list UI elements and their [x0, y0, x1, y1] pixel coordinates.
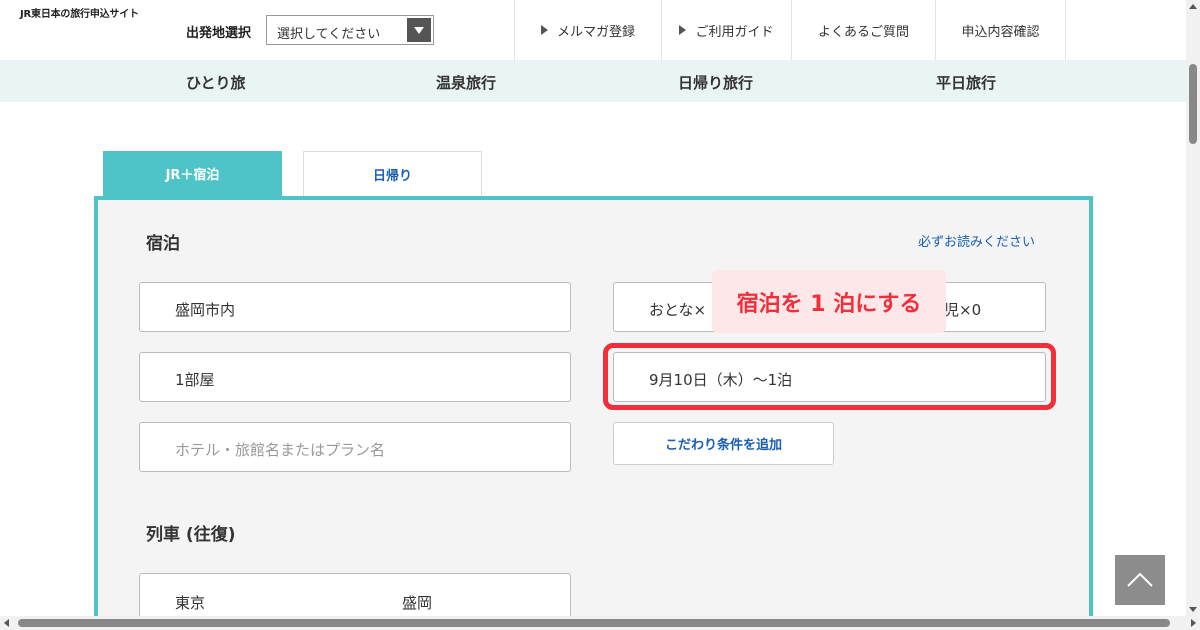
category-onsen-travel[interactable]: 温泉旅行: [436, 72, 496, 93]
triangle-right-icon: [540, 25, 548, 35]
booking-check-link-label: 申込内容確認: [961, 24, 1040, 40]
departure-select[interactable]: 選択してください: [266, 15, 434, 45]
guide-link-label: ご利用ガイド: [695, 24, 774, 40]
triangle-right-icon: [679, 25, 687, 35]
booking-check-link[interactable]: 申込内容確認: [935, 0, 1066, 60]
search-panel: [94, 196, 1093, 630]
category-solo-travel[interactable]: ひとり旅: [186, 72, 246, 93]
annotation-callout: 宿泊を 1 泊にする: [712, 270, 946, 333]
header-links: メルマガ登録 ご利用ガイド よくあるご質問 申込内容確認: [514, 0, 1066, 60]
scroll-right-arrow-icon[interactable]: [1191, 619, 1196, 627]
lodging-section-title: 宿泊: [146, 234, 180, 254]
hotel-name-input[interactable]: ホテル・旅館名またはプラン名: [139, 422, 571, 472]
category-day-trip[interactable]: 日帰り旅行: [678, 72, 753, 93]
faq-link[interactable]: よくあるご質問: [791, 0, 935, 60]
scroll-left-arrow-icon[interactable]: [4, 619, 9, 627]
chevron-up-icon: [1127, 572, 1153, 587]
category-weekday-travel[interactable]: 平日旅行: [936, 72, 996, 93]
tab-jr-lodging[interactable]: JR＋宿泊: [103, 151, 282, 196]
horizontal-scrollbar[interactable]: [0, 616, 1200, 630]
faq-link-label: よくあるご質問: [817, 24, 909, 40]
departure-select-value: 選択してください: [277, 27, 381, 42]
vertical-scroll-thumb[interactable]: [1189, 64, 1197, 144]
back-to-top-button[interactable]: [1115, 555, 1165, 605]
newsletter-link-label: メルマガ登録: [556, 24, 635, 40]
area-field[interactable]: 盛岡市内: [139, 282, 571, 332]
guests-prefix: おとな×: [649, 301, 707, 319]
tab-day-trip[interactable]: 日帰り: [303, 151, 482, 196]
scroll-up-arrow-icon[interactable]: [1189, 4, 1197, 9]
hotel-name-placeholder: ホテル・旅館名またはプラン名: [175, 441, 386, 459]
departure-label: 出発地選択: [186, 26, 252, 41]
highlight-box: [603, 343, 1056, 410]
must-read-link[interactable]: 必ずお読みください: [918, 231, 1035, 250]
scroll-down-arrow-icon[interactable]: [1189, 607, 1197, 612]
area-value: 盛岡市内: [175, 301, 236, 319]
chevron-down-icon: [407, 18, 431, 42]
train-origin: 東京: [175, 594, 206, 612]
train-destination: 盛岡: [402, 594, 433, 612]
rooms-value: 1部屋: [175, 371, 215, 389]
guests-suffix: 児×0: [944, 301, 982, 319]
site-brand[interactable]: JR東日本の旅行申込サイト: [20, 5, 139, 20]
category-nav: ひとり旅 温泉旅行 日帰り旅行 平日旅行: [0, 60, 1186, 102]
vertical-scrollbar[interactable]: [1186, 0, 1200, 616]
rooms-field[interactable]: 1部屋: [139, 352, 571, 402]
add-conditions-button[interactable]: こだわり条件を追加: [613, 422, 834, 465]
train-section-title: 列車 (往復): [146, 525, 236, 545]
newsletter-link[interactable]: メルマガ登録: [514, 0, 661, 60]
horizontal-scroll-thumb[interactable]: [18, 619, 1170, 627]
guide-link[interactable]: ご利用ガイド: [661, 0, 791, 60]
